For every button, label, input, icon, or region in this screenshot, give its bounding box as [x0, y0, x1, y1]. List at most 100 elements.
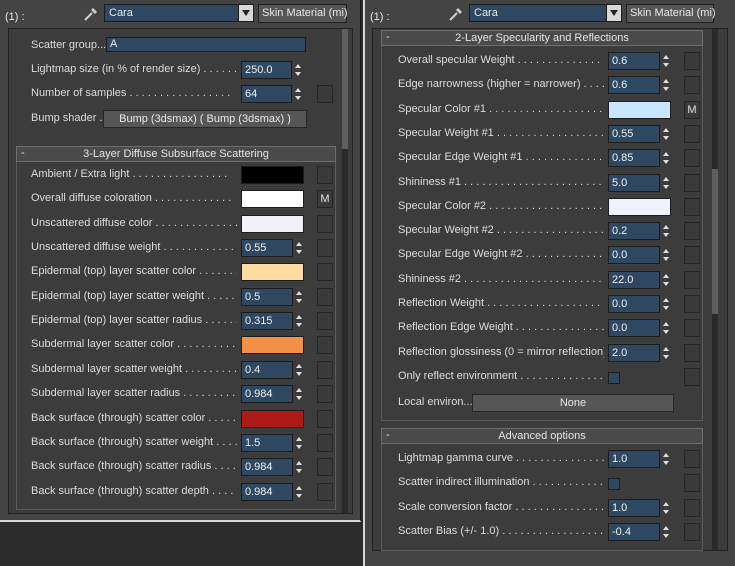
spinner-arrows-icon[interactable] — [294, 458, 305, 476]
samples-input[interactable]: 64 — [241, 85, 292, 103]
param-spinner-input[interactable]: 0.4 — [241, 360, 293, 379]
map-button[interactable] — [317, 458, 333, 477]
map-button[interactable] — [684, 367, 700, 386]
map-button[interactable] — [317, 263, 333, 282]
spinner-arrows-icon[interactable] — [661, 149, 672, 167]
param-spinner-input[interactable]: 0.984 — [241, 458, 293, 477]
spinner-arrows-icon[interactable] — [661, 125, 672, 143]
right-scrollbar[interactable] — [712, 29, 718, 550]
color-swatch[interactable] — [241, 409, 304, 428]
color-swatch[interactable] — [608, 100, 671, 119]
material-name-combo[interactable]: Cara — [104, 4, 254, 22]
spinner-arrows-icon[interactable] — [293, 61, 304, 79]
map-button[interactable] — [684, 246, 700, 265]
map-button[interactable] — [684, 270, 700, 289]
param-spinner-input[interactable]: 0.2 — [608, 222, 660, 241]
advanced-rollout-header[interactable]: - Advanced options — [381, 428, 703, 444]
param-spinner-input[interactable]: 0.315 — [241, 312, 293, 331]
spinner-arrows-icon[interactable] — [661, 295, 672, 313]
map-button[interactable] — [317, 214, 333, 233]
map-button[interactable]: M — [684, 100, 700, 119]
specularity-rollout-header[interactable]: - 2-Layer Specularity and Reflections — [381, 30, 703, 46]
bump-shader-button[interactable]: Bump (3dsmax) ( Bump (3dsmax) ) — [103, 110, 307, 128]
map-button[interactable] — [684, 222, 700, 241]
spinner-arrows-icon[interactable] — [661, 76, 672, 94]
spinner-arrows-icon[interactable] — [661, 271, 672, 289]
spinner-arrows-icon[interactable] — [661, 222, 672, 240]
lightmap-size-input[interactable]: 250.0 — [241, 61, 292, 79]
map-button[interactable] — [684, 52, 700, 70]
spinner-arrows-icon[interactable] — [661, 319, 672, 337]
param-spinner-input[interactable]: 0.55 — [608, 124, 660, 143]
color-swatch[interactable] — [241, 336, 304, 355]
param-spinner-input[interactable]: 5.0 — [608, 173, 660, 192]
material-name-combo[interactable]: Cara — [469, 4, 622, 22]
map-button[interactable] — [317, 360, 333, 379]
map-button[interactable] — [684, 522, 700, 541]
map-button[interactable] — [684, 450, 700, 468]
param-checkbox[interactable] — [608, 371, 620, 384]
spinner-arrows-icon[interactable] — [661, 450, 672, 468]
param-spinner-input[interactable]: 1.0 — [608, 498, 660, 517]
spinner-arrows-icon[interactable] — [661, 246, 672, 264]
material-type-button[interactable]: Skin Material (mi) — [258, 4, 348, 23]
map-button[interactable] — [684, 149, 700, 168]
param-spinner-input[interactable]: 0.984 — [241, 482, 293, 501]
eyedropper-icon[interactable] — [82, 5, 100, 23]
param-spinner-input[interactable]: 0.0 — [608, 246, 660, 265]
map-button[interactable] — [684, 343, 700, 362]
spinner-arrows-icon[interactable] — [294, 312, 305, 330]
spinner-arrows-icon[interactable] — [294, 434, 305, 452]
map-button[interactable] — [317, 482, 333, 501]
param-spinner-input[interactable]: 0.85 — [608, 149, 660, 168]
map-button[interactable] — [317, 239, 333, 258]
spinner-arrows-icon[interactable] — [661, 523, 672, 541]
left-scroll-thumb[interactable] — [342, 29, 348, 149]
color-swatch[interactable] — [608, 197, 671, 216]
spinner-arrows-icon[interactable] — [661, 174, 672, 192]
param-checkbox[interactable] — [608, 478, 620, 491]
material-type-button[interactable]: Skin Material (mi) — [626, 4, 716, 23]
color-swatch[interactable] — [241, 190, 304, 209]
spinner-arrows-icon[interactable] — [294, 288, 305, 306]
param-spinner-input[interactable]: 0.0 — [608, 295, 660, 313]
right-scroll-thumb[interactable] — [712, 169, 718, 314]
param-spinner-input[interactable]: 1.5 — [241, 433, 293, 452]
map-button[interactable] — [317, 433, 333, 452]
spinner-arrows-icon[interactable] — [661, 499, 672, 517]
color-swatch[interactable] — [241, 214, 304, 233]
map-button[interactable] — [684, 76, 700, 95]
map-button[interactable] — [317, 409, 333, 428]
spinner-arrows-icon[interactable] — [661, 52, 672, 70]
spinner-arrows-icon[interactable] — [294, 483, 305, 501]
eyedropper-icon[interactable] — [447, 5, 465, 23]
spinner-arrows-icon[interactable] — [294, 361, 305, 379]
map-button[interactable] — [317, 287, 333, 306]
map-button[interactable] — [684, 498, 700, 517]
color-swatch[interactable] — [241, 263, 304, 282]
param-spinner-input[interactable]: 1.0 — [608, 450, 660, 468]
diffuse-sss-rollout-header[interactable]: - 3-Layer Diffuse Subsurface Scattering — [16, 146, 336, 162]
param-spinner-input[interactable]: 0.6 — [608, 52, 660, 70]
chevron-down-icon[interactable] — [606, 5, 621, 21]
param-spinner-input[interactable]: 0.0 — [608, 319, 660, 338]
param-spinner-input[interactable]: 0.5 — [241, 287, 293, 306]
param-spinner-input[interactable]: 0.55 — [241, 239, 293, 258]
map-button[interactable] — [317, 85, 333, 103]
map-button[interactable] — [684, 124, 700, 143]
param-spinner-input[interactable]: 22.0 — [608, 270, 660, 289]
left-scrollbar[interactable] — [342, 29, 348, 513]
color-swatch[interactable] — [241, 166, 304, 184]
map-button[interactable] — [317, 166, 333, 184]
chevron-down-icon[interactable] — [238, 5, 253, 21]
map-button[interactable] — [684, 474, 700, 493]
map-button[interactable]: M — [317, 190, 333, 209]
map-button[interactable] — [684, 295, 700, 313]
spinner-arrows-icon[interactable] — [293, 85, 304, 103]
map-button[interactable] — [684, 197, 700, 216]
map-button[interactable] — [317, 385, 333, 404]
param-spinner-input[interactable]: 0.6 — [608, 76, 660, 95]
param-spinner-input[interactable]: 0.984 — [241, 385, 293, 404]
map-button[interactable] — [684, 173, 700, 192]
map-button[interactable] — [684, 319, 700, 338]
